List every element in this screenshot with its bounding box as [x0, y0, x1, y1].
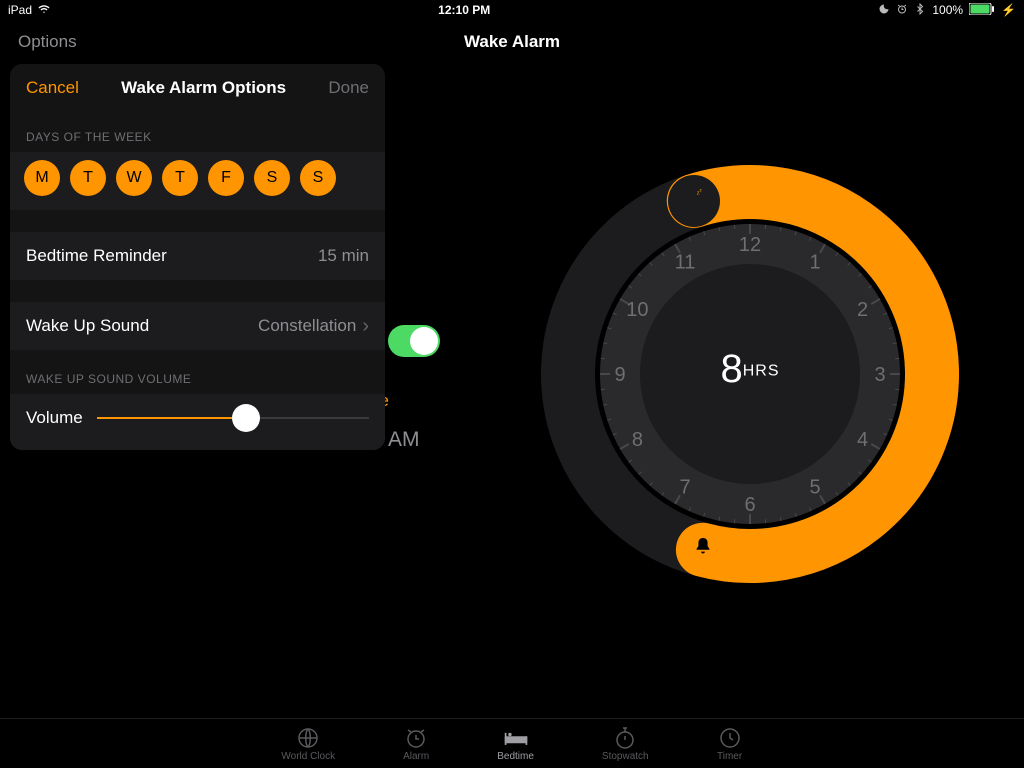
done-button[interactable]: Done: [328, 78, 369, 98]
wake-time-partial: AM: [388, 428, 420, 452]
status-right: 100% ⚡: [878, 3, 1016, 18]
svg-text:8: 8: [632, 429, 643, 451]
duration-value: 8: [720, 347, 742, 391]
wake-alarm-toggle[interactable]: [388, 325, 440, 357]
bedtime-reminder-label: Bedtime Reminder: [26, 246, 167, 266]
tab-alarm[interactable]: Alarm: [403, 726, 429, 762]
bedtime-handle[interactable]: zz: [668, 175, 720, 227]
tab-stopwatch[interactable]: Stopwatch: [602, 726, 649, 762]
volume-slider[interactable]: [97, 404, 369, 432]
svg-text:9: 9: [614, 364, 625, 386]
svg-text:7: 7: [679, 477, 690, 499]
svg-text:11: 11: [675, 251, 696, 273]
wake-up-sound-row[interactable]: Wake Up Sound Constellation ›: [10, 302, 385, 350]
bed-icon: [503, 726, 529, 750]
battery-icon: [969, 3, 995, 18]
sleep-dial[interactable]: 121234567891011 8HRS zz: [540, 164, 960, 584]
svg-text:1: 1: [809, 251, 820, 273]
volume-label: Volume: [26, 408, 83, 428]
bedtime-reminder-row[interactable]: Bedtime Reminder 15 min: [10, 232, 385, 280]
tab-world-clock[interactable]: World Clock: [281, 726, 335, 762]
wifi-icon: [38, 3, 50, 18]
svg-text:12: 12: [739, 234, 761, 256]
alarm-icon: [403, 726, 429, 750]
days-of-week-row: MTWTFSS: [10, 152, 385, 210]
tab-bar: World Clock Alarm Bedtime Stopwatch Timer: [0, 718, 1024, 768]
svg-text:10: 10: [626, 299, 648, 321]
wake-up-sound-label: Wake Up Sound: [26, 316, 149, 336]
status-left: iPad: [8, 3, 50, 18]
svg-text:5: 5: [809, 477, 820, 499]
wake-up-sound-value: Constellation: [258, 316, 356, 336]
day-toggle-1[interactable]: T: [70, 160, 106, 196]
svg-text:2: 2: [857, 299, 868, 321]
do-not-disturb-icon: [878, 3, 890, 18]
status-bar: iPad 12:10 PM 100% ⚡: [0, 0, 1024, 20]
chevron-right-icon: ›: [362, 316, 369, 336]
popover-title: Wake Alarm Options: [121, 78, 286, 98]
day-toggle-6[interactable]: S: [300, 160, 336, 196]
wake-handle[interactable]: [677, 524, 729, 576]
tab-timer[interactable]: Timer: [717, 726, 743, 762]
status-time: 12:10 PM: [50, 3, 878, 17]
cancel-button[interactable]: Cancel: [26, 78, 79, 98]
page-title: Wake Alarm: [0, 32, 1024, 52]
duration-unit: HRS: [743, 362, 780, 379]
day-toggle-0[interactable]: M: [24, 160, 60, 196]
bluetooth-icon: [914, 3, 926, 18]
day-toggle-2[interactable]: W: [116, 160, 152, 196]
wake-alarm-options-popover: Cancel Wake Alarm Options Done DAYS OF T…: [10, 64, 385, 450]
options-button[interactable]: Options: [18, 32, 77, 52]
duration-display: 8HRS: [720, 347, 779, 392]
svg-text:6: 6: [744, 494, 755, 516]
globe-icon: [295, 726, 321, 750]
svg-text:3: 3: [874, 364, 885, 386]
charging-icon: ⚡: [1001, 3, 1016, 17]
day-toggle-3[interactable]: T: [162, 160, 198, 196]
volume-section-label: WAKE UP SOUND VOLUME: [10, 350, 385, 394]
device-name: iPad: [8, 3, 32, 17]
battery-percent: 100%: [932, 3, 963, 17]
stopwatch-icon: [612, 726, 638, 750]
nav-bar: Options Wake Alarm: [0, 20, 1024, 64]
timer-icon: [717, 726, 743, 750]
day-toggle-4[interactable]: F: [208, 160, 244, 196]
alarm-status-icon: [896, 3, 908, 18]
svg-text:4: 4: [857, 429, 868, 451]
svg-text:z: z: [699, 188, 702, 193]
day-toggle-5[interactable]: S: [254, 160, 290, 196]
days-section-label: DAYS OF THE WEEK: [10, 108, 385, 152]
moon-zz-icon: zz: [683, 187, 705, 214]
bedtime-reminder-value: 15 min: [318, 246, 369, 266]
bell-icon: [692, 536, 714, 563]
tab-bedtime[interactable]: Bedtime: [497, 726, 534, 762]
